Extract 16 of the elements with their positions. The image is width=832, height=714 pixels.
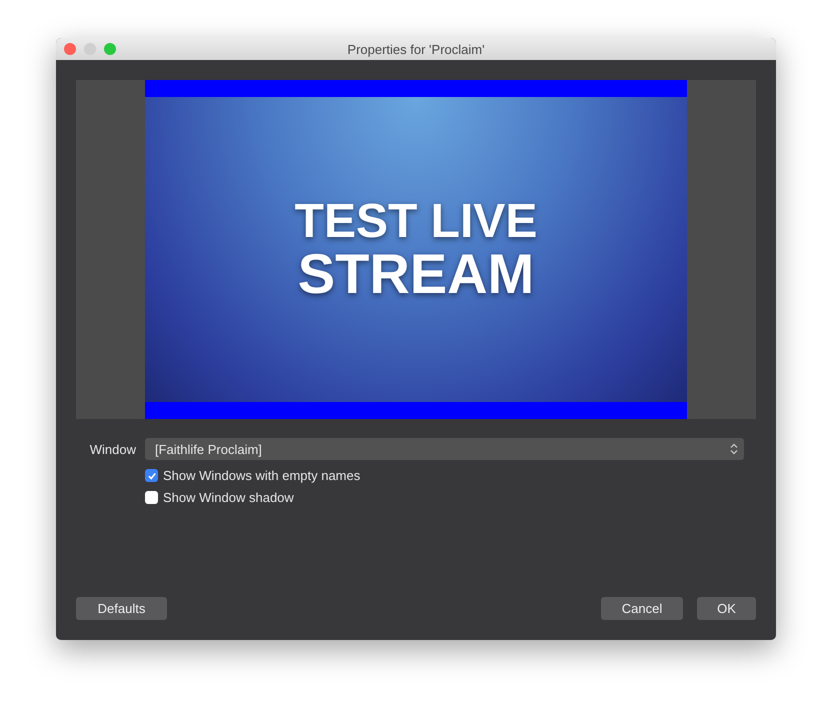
ok-button[interactable]: OK: [697, 597, 756, 620]
slide-text: TEST LIVE: [294, 198, 538, 246]
window-dropdown[interactable]: [Faithlife Proclaim]: [145, 438, 744, 460]
cancel-button[interactable]: Cancel: [601, 597, 683, 620]
slide-text: STREAM: [298, 246, 534, 302]
close-icon[interactable]: [64, 43, 76, 55]
defaults-button[interactable]: Defaults: [76, 597, 167, 620]
checkbox[interactable]: [145, 491, 158, 504]
checkbox-label: Show Windows with empty names: [163, 468, 360, 483]
field-label: Window: [88, 442, 136, 456]
stepper-icon: [730, 443, 738, 455]
zoom-icon[interactable]: [104, 43, 116, 55]
checkbox[interactable]: [145, 469, 158, 482]
minimize-icon[interactable]: [84, 43, 96, 55]
checkbox-label: Show Window shadow: [163, 490, 294, 505]
window-title: Properties for 'Proclaim': [347, 42, 485, 56]
